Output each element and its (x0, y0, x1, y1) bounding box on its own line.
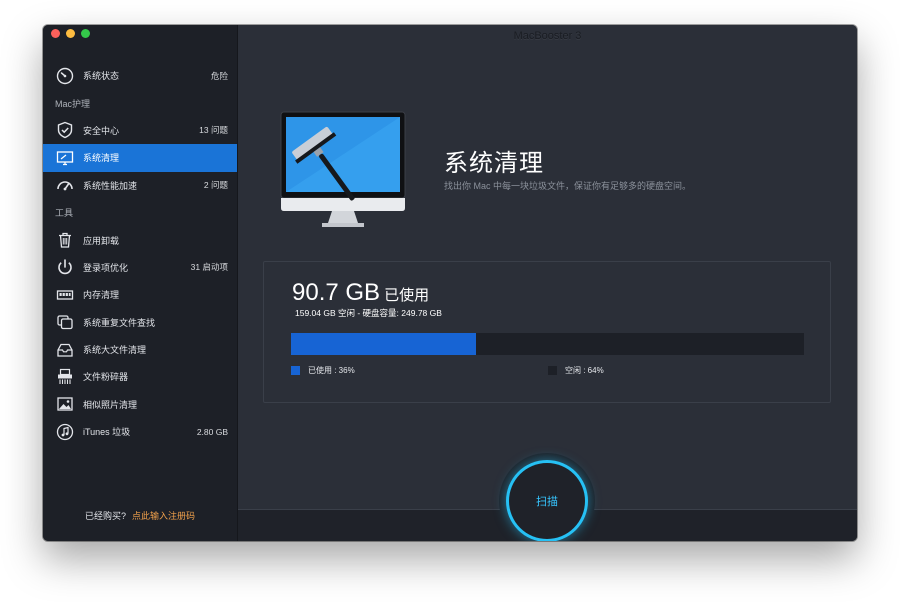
music-note-icon (56, 423, 74, 441)
close-window-button[interactable] (51, 29, 60, 38)
page-title: 系统清理 (444, 150, 544, 177)
sidebar-item-label: 系统重复文件查找 (83, 317, 156, 328)
sidebar-item-large-files[interactable]: 系统大文件清理 (43, 336, 237, 363)
disk-usage-bar-fill (291, 333, 476, 355)
legend-used: 已使用 : 36% (291, 365, 355, 376)
sidebar-item-label: 登录项优化 (83, 262, 129, 273)
sidebar-item-count: 2 问题 (203, 180, 228, 191)
sidebar-item-file-shredder[interactable]: 文件粉碎器 (43, 363, 237, 390)
sidebar-item-label: iTunes 垃圾 (83, 427, 131, 438)
sidebar-item-label: 系统性能加速 (83, 180, 138, 191)
sidebar-item-app-uninstall[interactable]: 应用卸载 (43, 226, 237, 253)
sidebar-section-header-tools: 工具 (55, 208, 74, 219)
main-panel: MacBooster 3 系统清理 找出你 Mac 中每一块垃圾文件，保证你有足… (238, 25, 857, 541)
sidebar-item-count: 2.80 GB (196, 426, 228, 437)
window-controls (51, 29, 90, 38)
shield-icon (56, 121, 74, 139)
photo-icon (56, 395, 74, 413)
sidebar-item-count: 13 问题 (199, 125, 228, 136)
sidebar-item-similar-photos[interactable]: 相似照片清理 (43, 391, 237, 418)
legend-free: 空闲 : 64% (548, 365, 604, 376)
app-window: 系统状态 危险 Mac护理 安全中心 13 问题 系统清理 系统性能加速 2 问… (43, 25, 857, 541)
shredder-icon (56, 368, 74, 386)
sidebar-item-label: 系统大文件清理 (83, 345, 147, 356)
speedometer-icon (56, 176, 74, 194)
sidebar-item-count: 31 启动项 (190, 262, 228, 273)
zoom-window-button[interactable] (81, 29, 90, 38)
sidebar-item-memory-cleanup[interactable]: 内存清理 (43, 281, 237, 308)
sidebar-item-duplicate-finder[interactable]: 系统重复文件查找 (43, 309, 237, 336)
sidebar-item-label: 安全中心 (83, 125, 120, 136)
legend-used-swatch (291, 366, 300, 375)
legend-used-label: 已使用 : 36% (308, 366, 355, 375)
large-files-icon (56, 341, 74, 359)
sidebar-section-header-mac-care: Mac护理 (55, 98, 91, 109)
sidebar-item-label: 系统清理 (83, 153, 120, 164)
disk-usage-bar (291, 333, 804, 355)
sidebar-item-label: 系统状态 (83, 71, 120, 82)
sidebar-item-security-center[interactable]: 安全中心 13 问题 (43, 117, 237, 144)
sidebar-item-label: 文件粉碎器 (83, 372, 129, 383)
page-subtitle: 找出你 Mac 中每一块垃圾文件，保证你有足够多的硬盘空间。 (444, 181, 692, 191)
window-title: MacBooster 3 (513, 30, 582, 42)
disk-usage-panel: 90.7 GB 已使用 159.04 GB 空闲 - 硬盘容量: 249.78 G… (263, 261, 831, 403)
disk-used-label: 已使用 (384, 287, 430, 304)
scan-button[interactable]: 扫描 (509, 463, 585, 539)
purchase-text: 已经购买? (84, 511, 126, 521)
legend-free-label: 空闲 : 64% (565, 366, 604, 375)
sidebar-nav: 系统状态 危险 Mac护理 安全中心 13 问题 系统清理 系统性能加速 2 问… (43, 62, 237, 445)
gauge-icon (56, 67, 74, 85)
disk-used-value: 90.7 GB (292, 279, 381, 306)
minimize-window-button[interactable] (66, 29, 75, 38)
monitor-icon (56, 149, 74, 167)
sidebar-item-label: 相似照片清理 (83, 399, 138, 410)
disk-used-summary: 90.7 GB 已使用 (292, 279, 429, 307)
disk-capacity-detail: 159.04 GB 空闲 - 硬盘容量: 249.78 GB (295, 308, 442, 318)
sidebar-item-itunes-junk[interactable]: iTunes 垃圾 2.80 GB (43, 418, 237, 445)
enter-license-link[interactable]: 点此输入注册码 (132, 511, 195, 521)
sidebar: 系统状态 危险 Mac护理 安全中心 13 问题 系统清理 系统性能加速 2 问… (43, 25, 238, 541)
sidebar-item-label: 内存清理 (83, 290, 120, 301)
sidebar-item-system-status[interactable]: 系统状态 危险 (43, 62, 237, 89)
sidebar-item-performance-boost[interactable]: 系统性能加速 2 问题 (43, 172, 237, 199)
power-icon (56, 258, 74, 276)
sidebar-item-login-items[interactable]: 登录项优化 31 启动项 (43, 254, 237, 281)
legend-free-swatch (548, 366, 557, 375)
memory-icon (56, 286, 74, 304)
system-cleanup-hero-icon (268, 105, 418, 230)
trash-icon (56, 231, 74, 249)
sidebar-item-count: 危险 (210, 70, 228, 81)
purchase-prompt: 已经购买? 点此输入注册码 (43, 509, 237, 522)
duplicate-files-icon (56, 313, 74, 331)
sidebar-item-label: 应用卸载 (83, 235, 120, 246)
sidebar-item-system-cleanup[interactable]: 系统清理 (43, 144, 237, 172)
